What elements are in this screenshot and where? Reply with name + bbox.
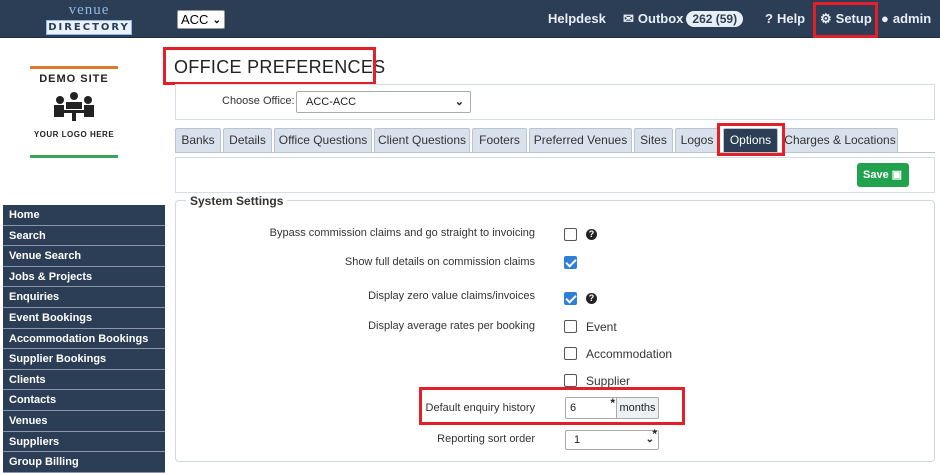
- title-highlight-box: [163, 47, 376, 85]
- avg-rates-accommodation-label: Accommodation: [586, 347, 673, 361]
- question-circle-icon[interactable]: ?: [586, 229, 597, 240]
- save-button[interactable]: Save ▣: [857, 163, 909, 187]
- tab-footers[interactable]: Footers: [472, 128, 527, 152]
- user-menu[interactable]: ● admin: [881, 0, 931, 38]
- toolbar-panel: [175, 157, 935, 193]
- sidebar-item-accommodation-bookings[interactable]: Accommodation Bookings: [3, 328, 165, 350]
- sidebar-item-home[interactable]: Home: [3, 205, 165, 226]
- sidebar-item-event-bookings[interactable]: Event Bookings: [3, 307, 165, 329]
- meeting-icon: [54, 92, 94, 121]
- avg-rates-accommodation-checkbox[interactable]: [564, 347, 577, 360]
- sort-order-select[interactable]: 1 ⌄ *: [565, 427, 659, 450]
- system-settings-legend: System Settings: [186, 194, 288, 208]
- tab-logos[interactable]: Logos: [675, 128, 719, 152]
- chevron-down-icon: ⌄: [454, 96, 464, 108]
- avg-rates-supplier-checkbox[interactable]: [564, 374, 577, 387]
- venue-directory-logo[interactable]: venue DIRECTORY: [46, 3, 132, 35]
- bypass-commission-label: Bypass commission claims and go straight…: [269, 227, 535, 239]
- question-circle-icon[interactable]: ?: [586, 293, 597, 304]
- top-navbar: venue DIRECTORY ACC ⌄ Helpdesk ✉ Outbox 26…: [0, 0, 940, 38]
- sidebar-item-suppliers[interactable]: Suppliers: [3, 431, 165, 453]
- bypass-commission-checkbox[interactable]: [564, 228, 577, 241]
- tab-banks[interactable]: Banks: [175, 128, 221, 152]
- sort-order-label: Reporting sort order: [437, 433, 535, 445]
- avg-rates-event-label: Event: [586, 320, 617, 334]
- options-tab-highlight-box: [717, 123, 785, 156]
- tab-charges-locations[interactable]: Charges & Locations: [782, 128, 898, 152]
- chevron-down-icon: ⌄: [212, 15, 221, 26]
- full-details-label: Show full details on commission claims: [344, 256, 535, 268]
- sidebar-item-venues[interactable]: Venues: [3, 410, 165, 432]
- enquiry-history-highlight-box: [419, 387, 685, 425]
- office-switch-select[interactable]: ACC ⌄: [177, 10, 225, 29]
- tab-divider: [175, 152, 935, 153]
- sidebar-item-jobs-projects[interactable]: Jobs & Projects: [3, 266, 165, 288]
- zero-value-checkbox[interactable]: [564, 292, 577, 305]
- help-link[interactable]: ? Help: [765, 0, 805, 38]
- sidebar-item-group-billing[interactable]: Group Billing: [3, 452, 165, 473]
- sidebar-item-enquiries[interactable]: Enquiries: [3, 287, 165, 308]
- avg-rates-supplier-label: Supplier: [586, 374, 631, 388]
- question-circle-icon: ?: [765, 11, 773, 26]
- sidebar-item-supplier-bookings[interactable]: Supplier Bookings: [3, 349, 165, 370]
- sidebar-menu: Home Search Venue Search Jobs & Projects…: [3, 205, 165, 473]
- sidebar-item-venue-search[interactable]: Venue Search: [3, 246, 165, 267]
- setup-highlight-box: [813, 2, 878, 38]
- tab-preferred-venues[interactable]: Preferred Venues: [529, 128, 632, 152]
- choose-office-select[interactable]: ACC-ACC ⌄: [296, 91, 471, 113]
- tab-office-questions[interactable]: Office Questions: [274, 128, 372, 152]
- sidebar-item-contacts[interactable]: Contacts: [3, 390, 165, 411]
- full-details-checkbox[interactable]: [564, 256, 577, 269]
- sidebar-item-clients[interactable]: Clients: [3, 369, 165, 391]
- helpdesk-link[interactable]: Helpdesk: [548, 0, 606, 38]
- avg-rates-event-checkbox[interactable]: [564, 320, 577, 333]
- sidebar-item-search[interactable]: Search: [3, 225, 165, 247]
- avg-rates-label: Display average rates per booking: [368, 320, 535, 332]
- user-icon: ●: [881, 11, 889, 26]
- floppy-disk-icon: ▣: [891, 169, 902, 181]
- outbox-link[interactable]: ✉ Outbox 262 (59): [623, 0, 744, 38]
- envelope-icon: ✉: [623, 11, 634, 26]
- tab-details[interactable]: Details: [223, 128, 272, 152]
- required-marker: *: [652, 427, 657, 441]
- site-logo: DEMO SITE YOUR LOGO HERE: [30, 66, 118, 182]
- tab-sites[interactable]: Sites: [634, 128, 673, 152]
- zero-value-label: Display zero value claims/invoices: [368, 290, 535, 302]
- tab-client-questions[interactable]: Client Questions: [374, 128, 470, 152]
- outbox-count-badge: 262 (59): [686, 11, 744, 27]
- choose-office-label: Choose Office:: [222, 95, 295, 107]
